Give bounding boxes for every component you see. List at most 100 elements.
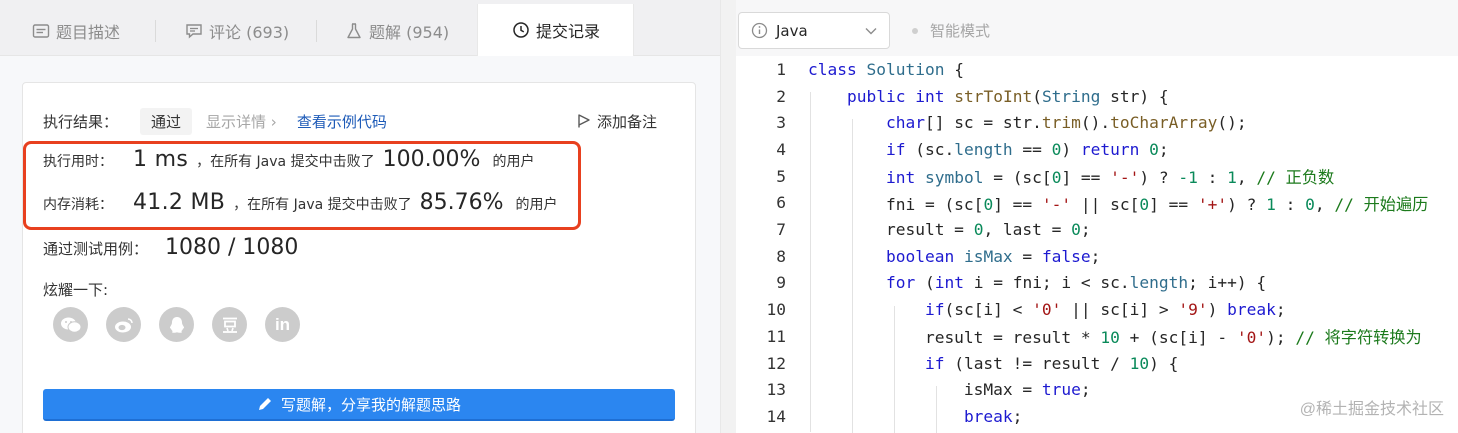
watermark: @稀土掘金技术社区 [1299, 401, 1444, 418]
language-select[interactable]: Java [738, 12, 890, 49]
line-number: 13 [766, 380, 787, 400]
code-line: 9 for (int i = fni; i < sc.length; i++) … [736, 270, 1266, 297]
code-text: fni = (sc[0] == '-' || sc[0] == '+') ? 1… [808, 194, 1429, 214]
code-line: 2 public int strToInt(String str) { [736, 83, 1168, 110]
memory-label: 内存消耗： [43, 197, 113, 213]
line-number: 5 [776, 166, 786, 186]
tests-value: 1080 / 1080 [165, 235, 299, 260]
wechat-icon[interactable] [53, 307, 88, 342]
memory-tail: 的用户 [515, 197, 558, 213]
status-dot-icon [912, 27, 918, 34]
write-solution-button[interactable]: 写题解，分享我的解题思路 [43, 389, 675, 421]
code-line: 14 break; [736, 403, 1023, 430]
line-number: 14 [766, 406, 787, 426]
smart-mode-toggle[interactable]: 智能模式 [912, 12, 990, 49]
runtime-text: ，在所有 Java 提交中击败了 [196, 154, 375, 170]
tab-bar: 题目描述 评论 (693) 题解 (954) 提交记录 [0, 0, 720, 56]
editor-toolbar: Java 智能模式 [736, 0, 1458, 56]
clock-icon [513, 22, 529, 38]
line-number: 7 [776, 220, 786, 240]
line-number: 8 [776, 246, 786, 266]
code-line: 8 boolean isMax = false; [736, 243, 1100, 270]
tab-submissions-label: 提交记录 [536, 22, 601, 41]
code-line: 10 if(sc[i] < '0' || sc[i] > '9') break; [736, 296, 1286, 323]
status-badge: 通过 [140, 107, 193, 135]
code-editor-panel: Java 智能模式 1 class Solution { 2 public in… [736, 0, 1458, 433]
weibo-icon[interactable] [106, 307, 141, 342]
line-number: 3 [776, 113, 786, 133]
code-line: 1 class Solution { [736, 56, 964, 83]
qq-icon[interactable] [159, 307, 194, 342]
code-text: result = 0, last = 0; [808, 220, 1091, 240]
code-line: 5 int symbol = (sc[0] == '-') ? -1 : 1, … [736, 163, 1334, 190]
flag-icon [578, 114, 590, 128]
line-number: 11 [766, 326, 787, 346]
pencil-icon [258, 398, 271, 410]
write-solution-label: 写题解，分享我的解题思路 [280, 395, 461, 414]
tests-label: 通过测试用例： [43, 240, 149, 258]
douban-icon[interactable] [212, 307, 247, 342]
comment-icon [186, 24, 202, 39]
code-text: break; [963, 406, 1023, 426]
tab-comments[interactable]: 评论 (693) [185, 6, 289, 56]
memory-text: ，在所有 Java 提交中击败了 [233, 197, 412, 213]
share-label: 炫耀一下: [43, 281, 109, 299]
flask-icon [347, 23, 361, 39]
show-details-link[interactable]: 显示详情 › [206, 111, 277, 132]
code-line: 7 result = 0, last = 0; [736, 216, 1090, 243]
runtime-tail: 的用户 [492, 154, 535, 170]
smart-mode-label: 智能模式 [930, 22, 991, 40]
code-text: isMax = true; [808, 380, 1091, 400]
line-number: 2 [776, 86, 786, 106]
tab-description-label: 题目描述 [56, 23, 121, 42]
tab-description[interactable]: 题目描述 [32, 6, 120, 56]
code-text: int symbol = (sc[0] == '-') ? -1 : 1, //… [885, 168, 1335, 188]
line-number: 4 [776, 139, 786, 159]
tab-comments-label: 评论 (693) [209, 23, 290, 42]
submission-panel: 题目描述 评论 (693) 题解 (954) 提交记录 执行结果： 通过 显示详… [0, 0, 720, 433]
tab-divider [155, 20, 156, 42]
code-line: 12 if (last != result / 10) { [736, 350, 1179, 377]
code-line: 3 char[] sc = str.trim().toCharArray(); [736, 109, 1246, 136]
code-text: for (int i = fni; i < sc.length; i++) { [885, 273, 1267, 293]
runtime-row: 执行用时： 1 ms ，在所有 Java 提交中击败了 100.00% 的用户 [43, 147, 534, 179]
code-text: if (last != result / 10) { [924, 353, 1179, 373]
language-label: Java [776, 21, 808, 40]
result-label: 执行结果： [43, 112, 119, 131]
code-text: if (sc.length == 0) return 0; [885, 139, 1169, 159]
code-text: result = result * 10 + (sc[i] - '0'); //… [808, 328, 1422, 348]
memory-row: 内存消耗： 41.2 MB ，在所有 Java 提交中击败了 85.76% 的用… [43, 190, 558, 222]
description-icon [32, 24, 50, 38]
code-line: 6 fni = (sc[0] == '-' || sc[0] == '+') ?… [736, 190, 1428, 217]
line-number: 10 [766, 300, 787, 320]
line-number: 1 [776, 59, 786, 79]
memory-percent: 85.76% [419, 190, 504, 215]
code-area[interactable]: 1 class Solution { 2 public int strToInt… [736, 56, 1458, 433]
code-text: boolean isMax = false; [885, 246, 1101, 266]
share-icons: in [53, 307, 300, 342]
code-text: char[] sc = str.trim().toCharArray(); [885, 113, 1247, 133]
linkedin-icon[interactable]: in [265, 307, 300, 342]
panel-divider[interactable] [720, 0, 736, 433]
code-text: public int strToInt(String str) { [846, 86, 1169, 106]
memory-value: 41.2 MB [133, 190, 226, 215]
tab-solutions[interactable]: 题解 (954) [345, 6, 449, 56]
add-note-label: 添加备注 [596, 112, 657, 131]
code-text: class Solution { [808, 59, 964, 79]
line-number: 9 [776, 273, 786, 293]
chevron-down-icon [865, 27, 877, 34]
example-code-link[interactable]: 查看示例代码 [297, 111, 387, 132]
code-line: 4 if (sc.length == 0) return 0; [736, 136, 1168, 163]
add-note-button[interactable]: 添加备注 [577, 107, 657, 135]
line-number: 6 [776, 193, 786, 213]
line-number: 12 [766, 353, 787, 373]
result-card: 执行结果： 通过 显示详情 › 查看示例代码 添加备注 执行用时： 1 ms ，… [22, 82, 696, 433]
code-text: if(sc[i] < '0' || sc[i] > '9') break; [924, 300, 1286, 320]
runtime-percent: 100.00% [382, 147, 481, 172]
tests-row: 通过测试用例： 1080 / 1080 [43, 235, 298, 267]
tab-solutions-label: 题解 (954) [369, 23, 450, 42]
code-line: 11 result = result * 10 + (sc[i] - '0');… [736, 323, 1422, 350]
tab-submissions[interactable]: 提交记录 [477, 4, 634, 56]
runtime-value: 1 ms [133, 147, 189, 172]
tab-divider [316, 20, 317, 42]
